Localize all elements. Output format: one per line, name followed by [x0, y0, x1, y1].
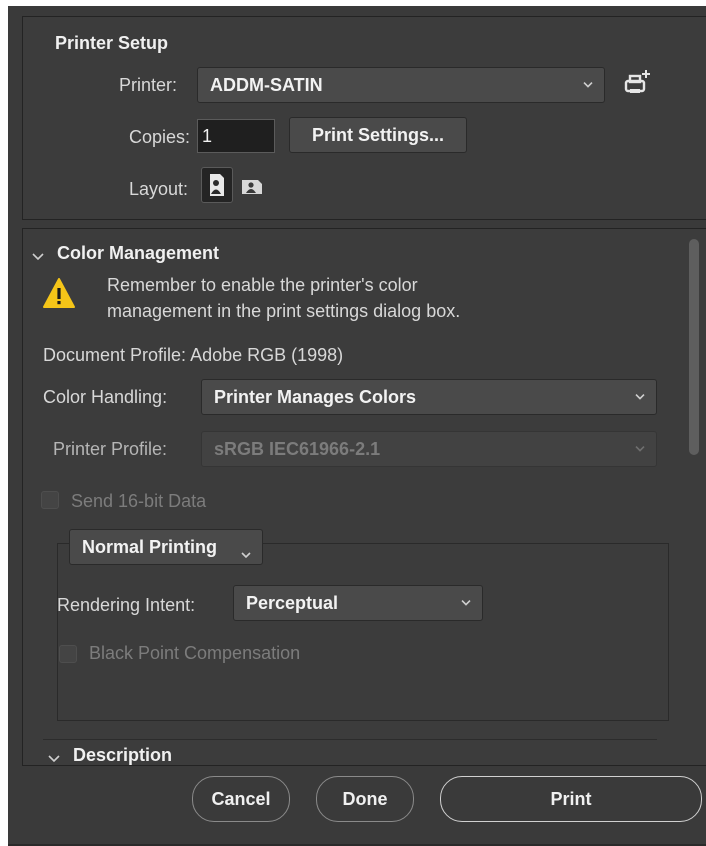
- document-profile: Document Profile: Adobe RGB (1998): [43, 345, 344, 365]
- collapse-chevron-icon[interactable]: [31, 249, 45, 267]
- send-16bit-label: Send 16-bit Data: [71, 491, 207, 511]
- cancel-button[interactable]: Cancel: [192, 776, 290, 822]
- chevron-down-icon: [240, 543, 252, 564]
- rendering-group-box: [57, 543, 669, 721]
- print-settings-button[interactable]: Print Settings...: [289, 117, 467, 153]
- warning-message-line-2: management in the print settings dialog …: [107, 301, 461, 321]
- print-button[interactable]: Print: [440, 776, 702, 822]
- printer-setup-heading: Printer Setup: [55, 33, 169, 53]
- done-button[interactable]: Done: [316, 776, 414, 822]
- send-16bit-checkbox[interactable]: [41, 491, 59, 509]
- warning-message-line-1: Remember to enable the printer's color: [107, 275, 418, 295]
- layout-label: Layout:: [129, 179, 189, 199]
- chevron-down-icon: [634, 393, 646, 401]
- vertical-scrollbar[interactable]: [687, 233, 701, 759]
- printer-setup-panel: Printer Setup Printer: ADDM-SATIN Copies…: [22, 16, 706, 220]
- printer-select-value: ADDM-SATIN: [210, 74, 323, 95]
- add-printer-icon[interactable]: [621, 67, 653, 99]
- printer-select[interactable]: ADDM-SATIN: [197, 67, 605, 103]
- print-mode-select[interactable]: Normal Printing: [69, 529, 263, 565]
- color-handling-label: Color Handling:: [43, 387, 168, 407]
- black-point-label: Black Point Compensation: [89, 643, 301, 663]
- printer-profile-label: Printer Profile:: [53, 439, 168, 459]
- print-mode-value: Normal Printing: [82, 536, 218, 557]
- printer-label: Printer:: [119, 75, 178, 95]
- chevron-down-icon: [634, 445, 646, 453]
- printer-profile-value: sRGB IEC61966-2.1: [214, 438, 381, 459]
- description-heading: Description: [73, 745, 173, 765]
- color-handling-value: Printer Manages Colors: [214, 386, 417, 407]
- chevron-down-icon: [460, 599, 472, 607]
- portrait-layout-icon[interactable]: [201, 167, 233, 203]
- printer-profile-select[interactable]: sRGB IEC61966-2.1: [201, 431, 657, 467]
- black-point-checkbox[interactable]: [59, 645, 77, 663]
- print-dialog: Printer Setup Printer: ADDM-SATIN Copies…: [8, 6, 706, 846]
- chevron-down-icon: [582, 81, 594, 89]
- collapse-chevron-icon[interactable]: [47, 751, 61, 765]
- rendering-intent-value: Perceptual: [246, 592, 339, 613]
- landscape-layout-icon[interactable]: [239, 173, 265, 199]
- settings-scroll-panel[interactable]: Color Management Remember to enable the …: [22, 228, 706, 766]
- copies-label: Copies:: [129, 127, 191, 147]
- color-management-heading: Color Management: [57, 243, 220, 263]
- rendering-intent-label: Rendering Intent:: [57, 595, 196, 615]
- warning-icon: [41, 273, 77, 318]
- copies-input[interactable]: 1: [197, 119, 275, 153]
- scrollbar-thumb[interactable]: [689, 239, 699, 455]
- section-divider: [43, 739, 657, 740]
- rendering-intent-select[interactable]: Perceptual: [233, 585, 483, 621]
- color-handling-select[interactable]: Printer Manages Colors: [201, 379, 657, 415]
